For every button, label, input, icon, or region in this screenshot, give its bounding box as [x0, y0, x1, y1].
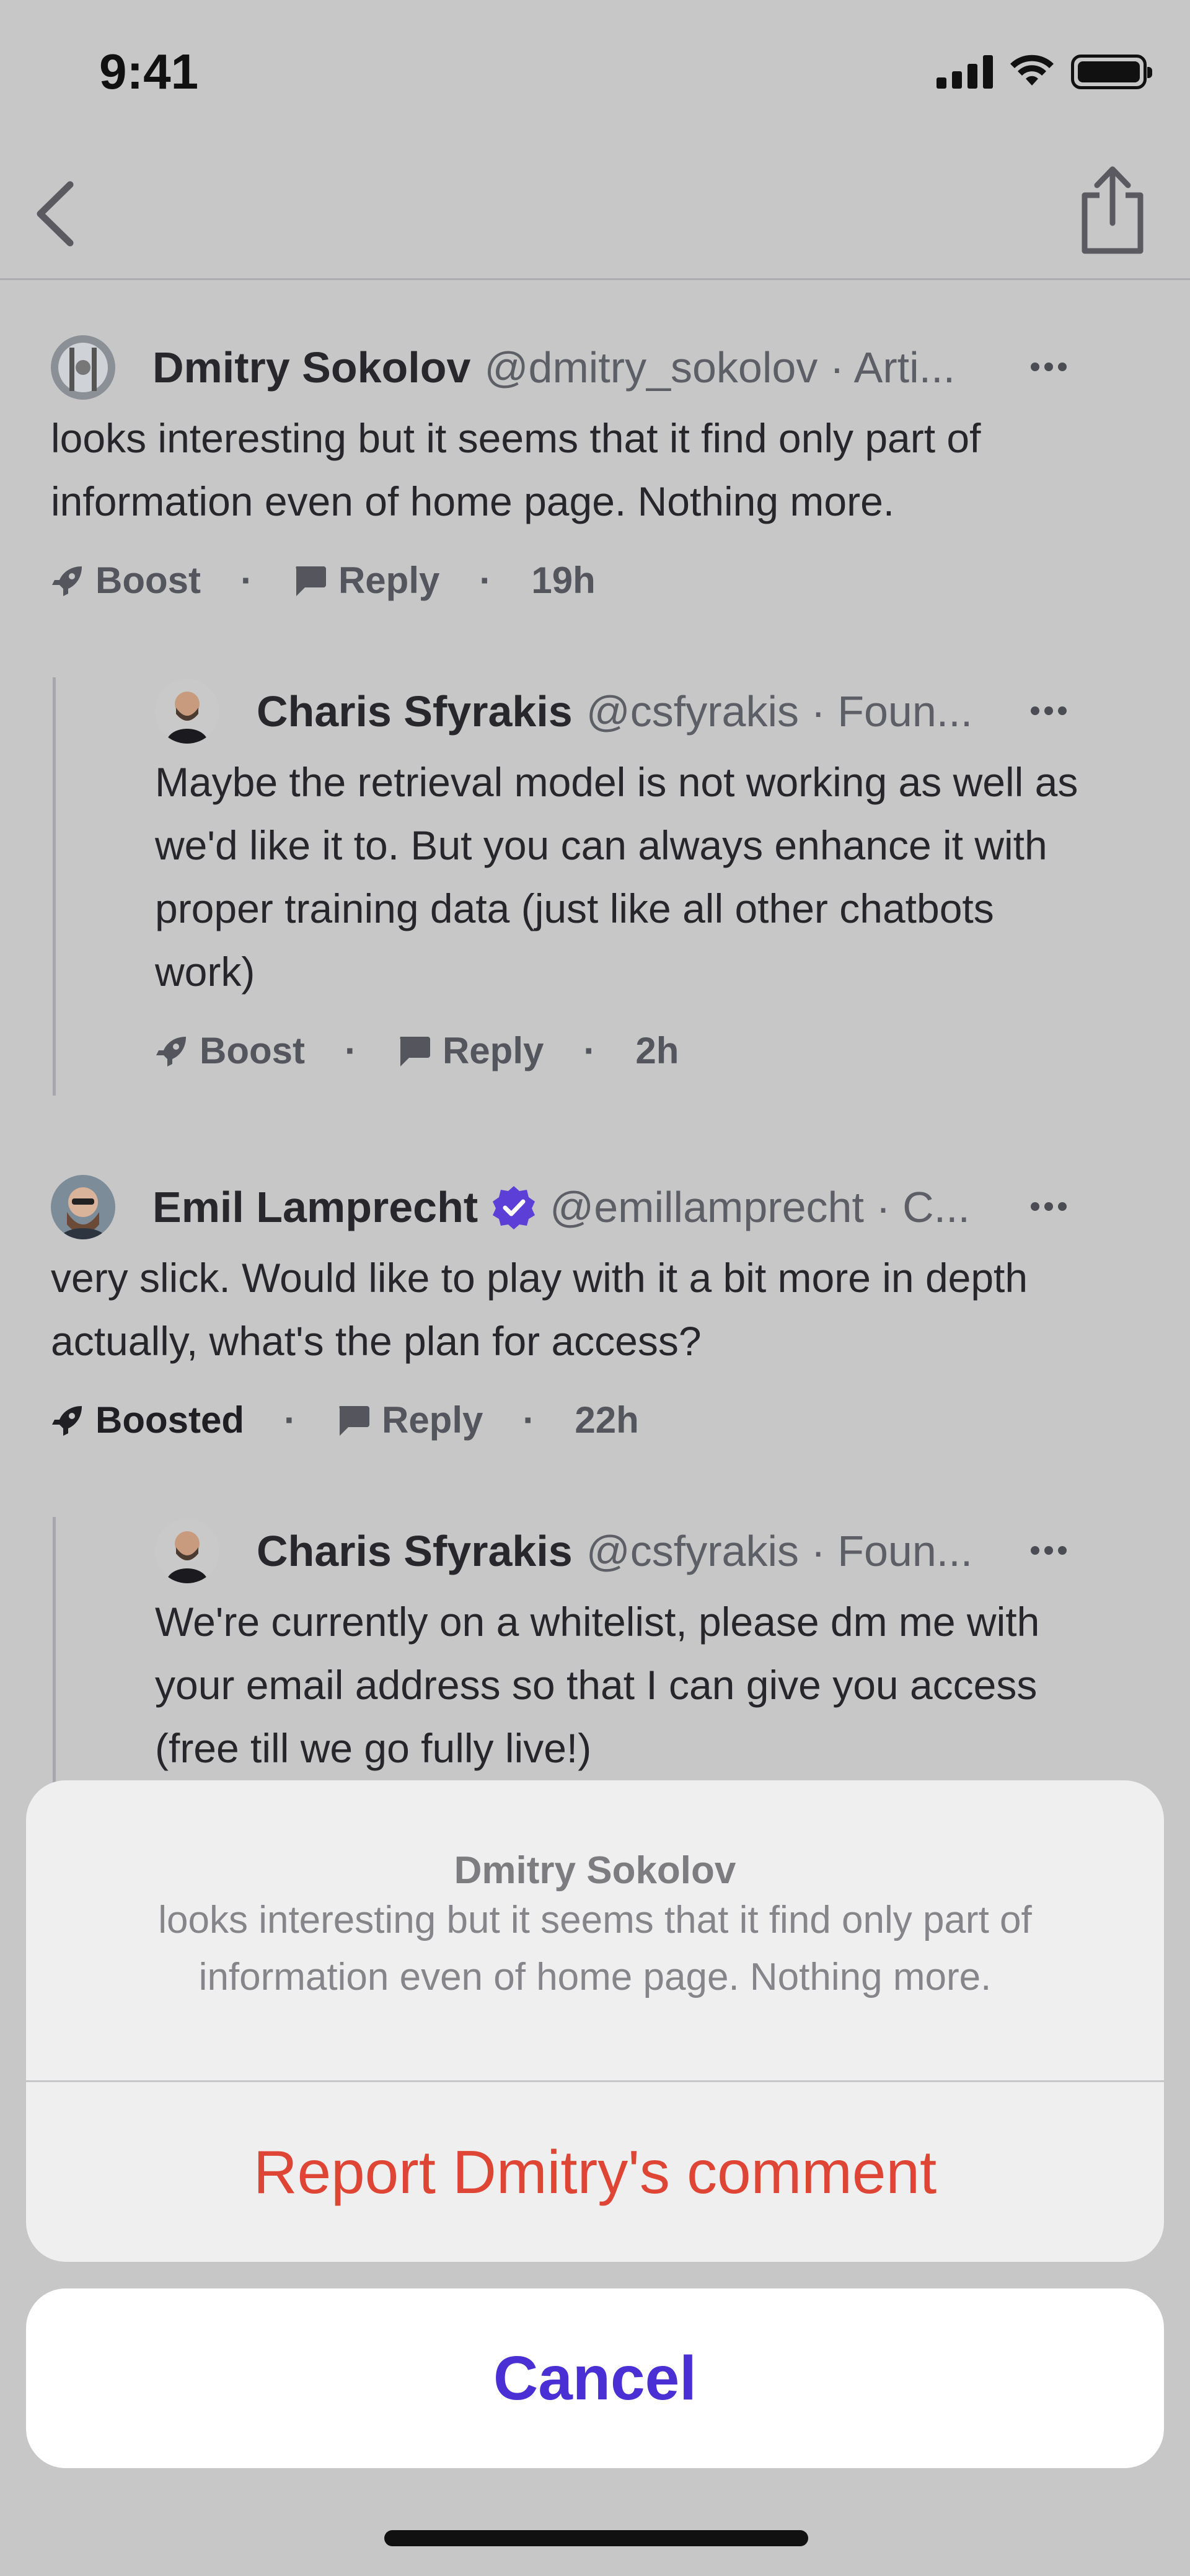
author-handle: @emillamprecht · C...: [550, 1183, 970, 1231]
rocket-icon: [52, 1405, 82, 1436]
report-comment-button[interactable]: Report Dmitry's comment: [26, 2082, 1164, 2262]
status-icons: [937, 55, 1152, 89]
author-handle: @csfyrakis · Foun...: [586, 687, 973, 736]
author-handle: @dmitry_sokolov · Arti...: [484, 343, 956, 392]
rocket-icon: [156, 1036, 186, 1066]
boost-label: Boost: [95, 560, 201, 601]
reply-bubble-icon: [296, 566, 326, 596]
thread-line: [53, 1517, 56, 1790]
cellular-signal-icon: [937, 55, 993, 89]
author-name[interactable]: Emil Lamprecht: [152, 1182, 478, 1232]
separator-dot: ·: [240, 560, 253, 601]
more-options-icon[interactable]: [1030, 698, 1067, 723]
comment-body: Maybe the retrieval model is not working…: [155, 759, 1078, 995]
comment-time: 19h: [531, 560, 596, 601]
comment-actions: Boost · Reply · 2h: [155, 1029, 1103, 1072]
action-sheet: Dmitry Sokolov looks interesting but it …: [26, 1780, 1164, 2262]
comment-time: 22h: [575, 1399, 639, 1441]
avatar[interactable]: [51, 335, 115, 400]
more-options-icon[interactable]: [1030, 1194, 1067, 1219]
action-sheet-message: looks interesting but it seems that it f…: [158, 1899, 1032, 1998]
chevron-left-icon[interactable]: [22, 174, 90, 254]
boost-button[interactable]: Boost: [51, 559, 201, 602]
separator-dot: ·: [284, 1399, 296, 1441]
comment-header: Emil Lamprecht @emillamprecht · C...: [51, 1173, 1104, 1241]
reply-label: Reply: [338, 560, 440, 601]
avatar[interactable]: [155, 1519, 219, 1583]
separator-dot: ·: [522, 1399, 536, 1441]
thread-line: [53, 677, 56, 1096]
battery-icon: [1071, 55, 1152, 89]
share-icon[interactable]: [1072, 164, 1153, 257]
avatar[interactable]: [51, 1175, 115, 1239]
reply-button[interactable]: Reply: [336, 1399, 483, 1441]
comment: Dmitry Sokolov @dmitry_sokolov · Arti...…: [51, 333, 1104, 602]
reply-button[interactable]: Reply: [397, 1029, 544, 1072]
cancel-button[interactable]: Cancel: [26, 2288, 1164, 2468]
comment-header: Dmitry Sokolov @dmitry_sokolov · Arti...: [51, 333, 1104, 402]
avatar[interactable]: [155, 679, 219, 744]
more-options-icon[interactable]: [1030, 1538, 1067, 1563]
comment-actions: Boosted · Reply · 22h: [51, 1399, 1104, 1441]
comment: Emil Lamprecht @emillamprecht · C... ver…: [51, 1173, 1104, 1441]
comment-actions: Boost · Reply · 19h: [51, 559, 1104, 602]
comment-reply: Charis Sfyrakis @csfyrakis · Foun... We'…: [155, 1517, 1103, 1780]
comment-time: 2h: [635, 1030, 679, 1071]
boost-button[interactable]: Boost: [155, 1029, 305, 1072]
boost-label: Boosted: [95, 1399, 244, 1441]
reply-label: Reply: [381, 1399, 483, 1441]
status-time: 9:41: [99, 44, 199, 99]
separator-dot: ·: [479, 560, 492, 601]
boost-label: Boost: [200, 1030, 305, 1071]
separator-dot: ·: [583, 1030, 596, 1071]
boost-button[interactable]: Boosted: [51, 1399, 244, 1441]
wifi-icon: [1010, 55, 1054, 86]
action-sheet-title: Dmitry Sokolov: [454, 1849, 736, 1892]
comment-body: looks interesting but it seems that it f…: [51, 415, 981, 524]
reply-bubble-icon: [339, 1405, 369, 1436]
comment-header: Charis Sfyrakis @csfyrakis · Foun...: [155, 677, 1103, 745]
author-handle: @csfyrakis · Foun...: [586, 1527, 973, 1575]
author-name[interactable]: Charis Sfyrakis: [257, 1526, 573, 1576]
reply-bubble-icon: [400, 1036, 430, 1066]
more-options-icon[interactable]: [1030, 354, 1067, 379]
comment-body: very slick. Would like to play with it a…: [51, 1255, 1028, 1364]
rocket-icon: [52, 566, 82, 596]
comment-reply: Charis Sfyrakis @csfyrakis · Foun... May…: [155, 677, 1103, 1072]
status-bar: 9:41: [0, 0, 1190, 149]
verified-badge-icon: [493, 1186, 536, 1229]
author-name[interactable]: Charis Sfyrakis: [257, 687, 573, 736]
home-indicator[interactable]: [384, 2530, 808, 2546]
comment-body: We're currently on a whitelist, please d…: [155, 1599, 1040, 1771]
nav-bar: [0, 149, 1190, 280]
reply-button[interactable]: Reply: [293, 559, 439, 602]
separator-dot: ·: [344, 1030, 357, 1071]
author-name[interactable]: Dmitry Sokolov: [152, 343, 470, 392]
comment-header: Charis Sfyrakis @csfyrakis · Foun...: [155, 1517, 1103, 1585]
reply-label: Reply: [442, 1030, 544, 1071]
